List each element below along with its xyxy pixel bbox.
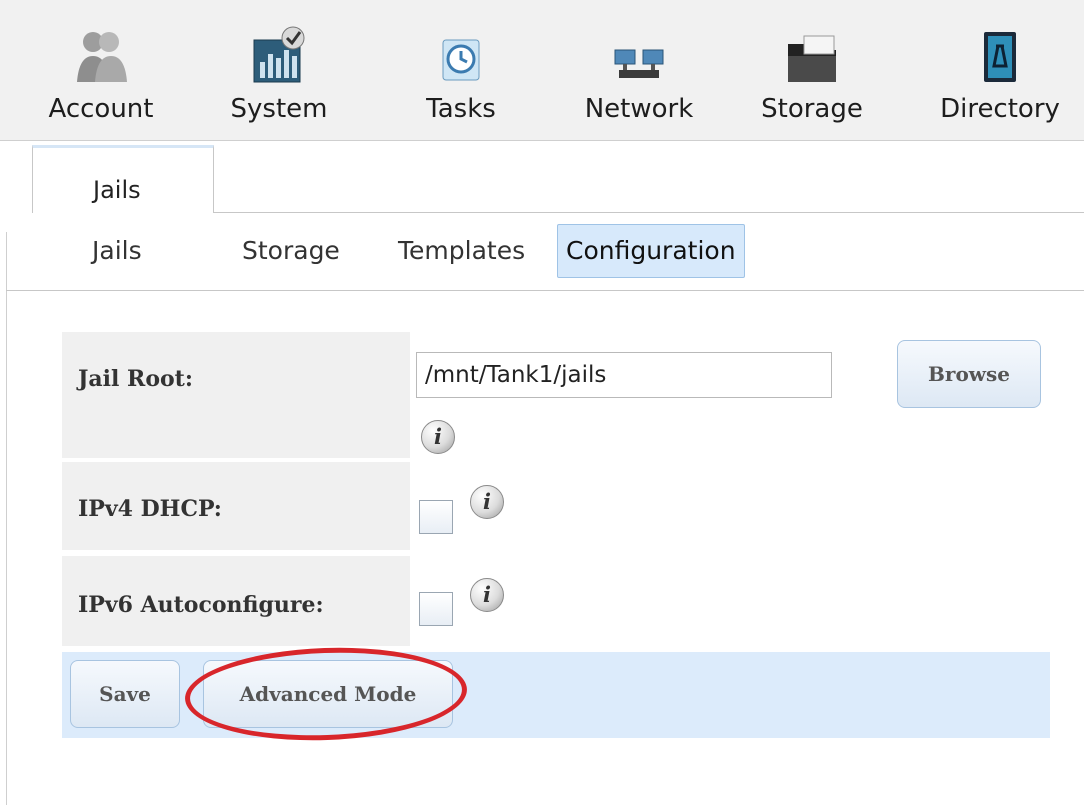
directory-icon	[984, 32, 1016, 82]
toolbar-directory[interactable]: Directory	[935, 18, 1065, 136]
ipv6-autoconfigure-checkbox[interactable]	[419, 592, 453, 626]
ipv4-dhcp-row-label: IPv4 DHCP:	[62, 462, 410, 550]
subtab-templates[interactable]: Templates	[398, 225, 525, 277]
jail-root-label: Jail Root:	[78, 366, 193, 392]
info-icon[interactable]: i	[421, 420, 455, 454]
system-icon	[253, 26, 305, 83]
storage-icon	[788, 35, 836, 82]
tasks-icon	[442, 39, 480, 81]
subtab-jails[interactable]: Jails	[92, 225, 142, 277]
tab-jails[interactable]: Jails	[32, 145, 214, 213]
info-icon[interactable]: i	[470, 578, 504, 612]
toolbar-network[interactable]: Network	[574, 18, 704, 136]
toolbar-account[interactable]: Account	[36, 18, 166, 136]
subtab-configuration[interactable]: Configuration	[557, 224, 745, 278]
toolbar-label: Network	[584, 94, 694, 124]
toolbar-label: Account	[48, 94, 154, 124]
toolbar-label: Storage	[761, 94, 863, 124]
toolbar-label: System	[230, 94, 328, 124]
browse-button[interactable]: Browse	[897, 340, 1041, 408]
tab-bar-border	[214, 212, 1084, 213]
save-button[interactable]: Save	[70, 660, 180, 728]
subtab-storage[interactable]: Storage	[242, 225, 340, 277]
jail-root-row-label: Jail Root:	[62, 332, 410, 458]
toolbar-label: Directory	[940, 94, 1060, 124]
jail-root-input[interactable]	[416, 352, 832, 398]
ipv6-autoconfigure-label: IPv6 Autoconfigure:	[78, 592, 324, 618]
toolbar-label: Tasks	[426, 94, 496, 124]
toolbar-storage[interactable]: Storage	[747, 18, 877, 136]
subtab-border	[6, 290, 1084, 291]
account-icon	[77, 32, 127, 82]
tab-label: Jails	[93, 176, 141, 204]
panel-divider	[6, 232, 7, 805]
top-toolbar: Account System Tasks Network Storage Dir…	[0, 0, 1084, 141]
ipv4-dhcp-checkbox[interactable]	[419, 500, 453, 534]
network-icon	[614, 49, 664, 78]
ipv4-dhcp-label: IPv4 DHCP:	[78, 496, 222, 522]
toolbar-system[interactable]: System	[214, 18, 344, 136]
advanced-mode-button[interactable]: Advanced Mode	[203, 660, 453, 728]
info-icon[interactable]: i	[470, 485, 504, 519]
ipv6-autoconfigure-row-label: IPv6 Autoconfigure:	[62, 556, 410, 646]
toolbar-tasks[interactable]: Tasks	[396, 18, 526, 136]
